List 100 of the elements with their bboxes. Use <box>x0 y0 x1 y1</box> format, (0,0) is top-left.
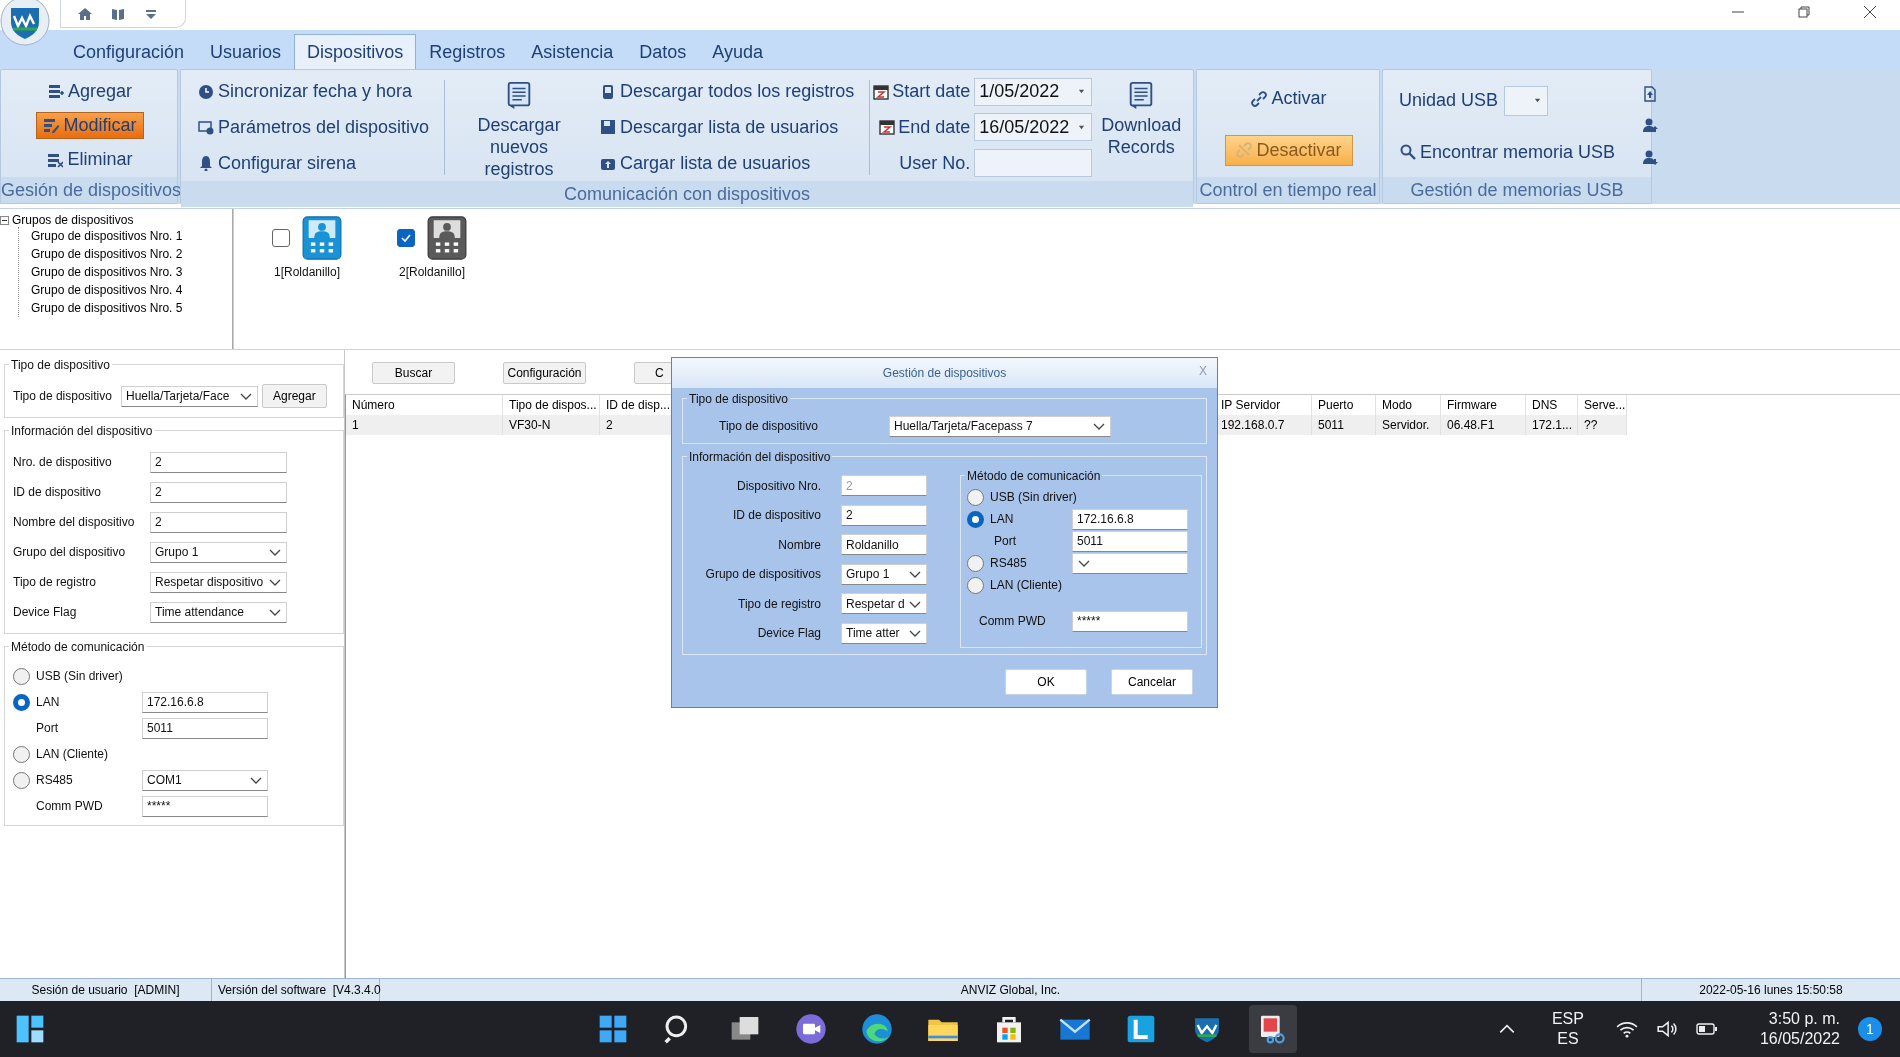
input-field[interactable]: 2 <box>150 511 287 533</box>
widgets-icon[interactable] <box>14 1013 46 1045</box>
radio-button[interactable] <box>967 488 984 506</box>
collapse-icon[interactable] <box>0 215 9 225</box>
input-field[interactable]: 2 <box>150 451 287 473</box>
end-date-field[interactable]: 16/05/2022 <box>974 113 1093 142</box>
radio-button[interactable] <box>13 693 30 711</box>
add-button[interactable]: Agregar <box>262 384 327 408</box>
group-title: Gestión de memorias USB <box>1383 177 1651 203</box>
deactivate-button[interactable]: Desactivar <box>1225 134 1353 166</box>
input-field[interactable]: 172.16.6.8 <box>1072 508 1188 530</box>
add-button[interactable]: Agregar <box>40 77 139 105</box>
user-number-field[interactable] <box>974 149 1093 178</box>
siren-button[interactable]: Configurar sirena <box>191 149 437 177</box>
device-label: 1[Roldanillo] <box>273 265 340 279</box>
input-field[interactable]: ***** <box>142 795 268 817</box>
import-file-icon[interactable] <box>1642 85 1659 102</box>
input-field[interactable]: 5011 <box>1072 530 1188 552</box>
field-label: Nombre <box>777 537 822 552</box>
menu-tab[interactable]: Asistencia <box>518 34 627 69</box>
clock-time[interactable]: 3:50 p. m. <box>1768 1009 1840 1029</box>
download-all-records-button[interactable]: Descargar todos los registros <box>593 78 862 106</box>
device-parameters-button[interactable]: Parámetros del dispositivo <box>191 114 437 141</box>
table-cell: ?? <box>1578 415 1627 435</box>
menu-tab[interactable]: Datos <box>626 34 700 69</box>
radio-button[interactable] <box>967 554 984 572</box>
activate-button[interactable]: Activar <box>1244 85 1334 113</box>
tree-item[interactable]: Grupo de dispositivos Nro. 5 <box>19 299 232 317</box>
group-box-title: Información del dispositivo <box>9 424 155 438</box>
open-app-tile[interactable] <box>1249 1005 1297 1053</box>
tree-item[interactable]: Grupo de dispositivos Nro. 2 <box>19 245 232 263</box>
tree-item[interactable]: Grupo de dispositivos Nro. 4 <box>19 281 232 299</box>
dropdown[interactable]: COM1 <box>142 769 268 791</box>
start-date-field[interactable]: 1/05/2022 <box>974 77 1093 106</box>
input-field[interactable]: 2 <box>841 504 927 526</box>
delete-button[interactable]: Eliminar <box>40 146 140 174</box>
upload-user-list-button[interactable]: Cargar lista de usuarios <box>593 149 862 177</box>
tree-item[interactable]: Grupo de dispositivos Nro. 3 <box>19 263 232 281</box>
menu-tab[interactable]: Configuración <box>60 34 198 69</box>
edit-button[interactable]: Modificar <box>36 112 144 139</box>
find-usb-button[interactable]: Encontrar memoria USB <box>1393 138 1623 166</box>
checkmark-icon <box>400 232 412 244</box>
tree-item[interactable]: Grupo de dispositivos Nro. 1 <box>19 227 232 245</box>
dropdown[interactable]: Huella/Tarjeta/Face <box>121 385 258 407</box>
download-records-button[interactable]: Download Records <box>1096 74 1187 181</box>
calendar-icon <box>879 119 896 136</box>
close-icon[interactable] <box>1862 4 1878 20</box>
field-label: Comm PWD <box>978 614 1047 628</box>
radio-button[interactable] <box>13 745 30 763</box>
dropdown-arrow-icon <box>1078 124 1086 131</box>
dialog-button[interactable]: OK <box>1005 669 1087 695</box>
dropdown[interactable]: Grupo 1 <box>841 563 927 585</box>
input-field[interactable]: 5011 <box>142 717 268 739</box>
video-chat-icon[interactable] <box>795 1013 827 1045</box>
device-checkbox[interactable] <box>397 229 415 247</box>
radio-button[interactable] <box>13 771 30 789</box>
restore-icon[interactable] <box>1796 4 1812 20</box>
battery-icon[interactable] <box>1695 1020 1718 1038</box>
menu-tab[interactable]: Usuarios <box>197 34 295 69</box>
toolbar-button[interactable]: Configuración <box>503 362 586 384</box>
input-field[interactable]: 2 <box>150 481 287 503</box>
sync-time-button[interactable]: Sincronizar fecha y hora <box>191 78 437 106</box>
terminal-icon[interactable] <box>302 215 342 261</box>
terminal-icon[interactable] <box>427 215 467 261</box>
bell-icon <box>198 155 214 172</box>
radio-button[interactable] <box>967 576 984 594</box>
dialog-button[interactable]: Cancelar <box>1111 669 1193 695</box>
volume-icon[interactable] <box>1655 1020 1678 1038</box>
start-icon[interactable] <box>597 1013 629 1045</box>
device-checkbox[interactable] <box>272 229 290 247</box>
browser-icon[interactable] <box>861 1013 893 1045</box>
dropdown[interactable]: Huella/Tarjeta/Facepass 7 <box>889 415 1111 437</box>
dropdown[interactable]: Time atter <box>841 622 927 644</box>
dropdown[interactable]: Respetar dispositivo <box>150 571 287 593</box>
field-label: Dispositivo Nro. <box>735 478 822 493</box>
l-app-icon[interactable] <box>1125 1013 1157 1045</box>
input-field[interactable]: 172.16.6.8 <box>142 691 268 713</box>
menu-tab[interactable]: Dispositivos <box>294 34 417 69</box>
menu-tab[interactable]: Registros <box>416 34 519 69</box>
download-user-list-button[interactable]: Descargar lista de usuarios <box>593 114 862 141</box>
input-field[interactable]: Roldanillo <box>841 534 927 556</box>
dropdown[interactable]: Time attendance <box>150 601 287 623</box>
layout-text[interactable]: ES <box>1557 1029 1579 1049</box>
user-upload-icon[interactable] <box>1642 117 1659 134</box>
broken-link-icon <box>1236 142 1253 159</box>
radio-button[interactable] <box>13 667 30 685</box>
input-field[interactable]: ***** <box>1072 610 1188 632</box>
user-download-icon[interactable] <box>1642 149 1659 166</box>
tree-item[interactable]: Grupos de dispositivos <box>12 213 134 227</box>
language-text[interactable]: ESP <box>1551 1009 1584 1029</box>
download-new-records-button[interactable]: Descargar nuevos registros <box>449 74 590 181</box>
dropdown[interactable]: Grupo 1 <box>150 541 287 563</box>
clock-date[interactable]: 16/05/2022 <box>1759 1029 1840 1049</box>
dropdown[interactable]: Respetar d <box>841 593 927 615</box>
radio-button[interactable] <box>967 510 984 528</box>
toolbar-button[interactable]: Buscar <box>372 362 455 384</box>
home-icon[interactable] <box>77 5 93 22</box>
menu-tab[interactable]: Ayuda <box>699 34 776 69</box>
wifi-icon[interactable] <box>1615 1020 1638 1038</box>
dropdown[interactable] <box>1072 552 1188 574</box>
